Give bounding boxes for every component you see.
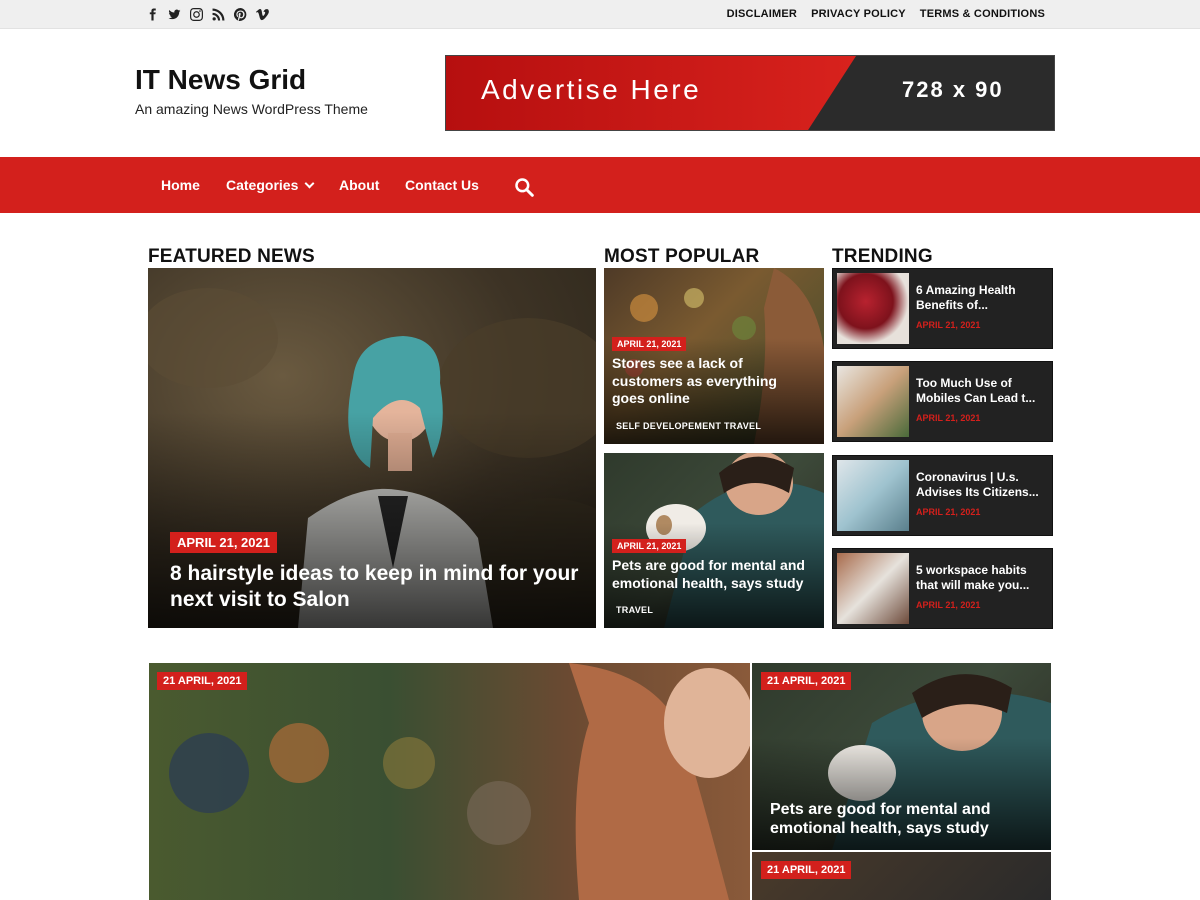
site-title[interactable]: IT News Grid <box>135 64 306 96</box>
trending-date: APRIL 21, 2021 <box>916 507 981 517</box>
category-tag-travel[interactable]: TRAVEL <box>616 605 653 615</box>
nav-label: Categories <box>226 177 299 193</box>
trending-thumbnail <box>837 273 909 344</box>
bottom-date-badge[interactable]: 21 APRIL, 2021 <box>157 672 248 690</box>
search-icon[interactable] <box>514 177 534 197</box>
site-tagline: An amazing News WordPress Theme <box>135 101 368 117</box>
top-links: DISCLAIMER PRIVACY POLICY TERMS & CONDIT… <box>727 8 1045 20</box>
bottom-date-badge[interactable]: 21 APRIL, 2021 <box>761 861 852 879</box>
featured-news-heading: FEATURED NEWS <box>148 246 315 267</box>
popular-article-card[interactable]: APRIL 21, 2021 Pets are good for mental … <box>604 453 824 628</box>
featured-date-badge[interactable]: APRIL 21, 2021 <box>170 532 277 553</box>
trending-title[interactable]: 6 Amazing Health Benefits of... <box>916 283 1048 312</box>
social-links <box>146 6 269 22</box>
privacy-policy-link[interactable]: PRIVACY POLICY <box>811 8 906 20</box>
bottom-article-title[interactable]: Pets are good for mental and emotional h… <box>770 800 1040 838</box>
trending-heading: TRENDING <box>832 246 933 267</box>
popular-date-badge[interactable]: APRIL 21, 2021 <box>612 337 687 351</box>
pinterest-icon[interactable] <box>234 6 247 22</box>
popular-article-title[interactable]: Pets are good for mental and emotional h… <box>612 557 822 592</box>
instagram-icon[interactable] <box>190 6 203 22</box>
trending-item[interactable]: 5 workspace habits that will make you...… <box>832 548 1053 629</box>
popular-article-card[interactable]: APRIL 21, 2021 Stores see a lack of cust… <box>604 268 824 444</box>
rss-icon[interactable] <box>212 6 225 22</box>
featured-article-title[interactable]: 8 hairstyle ideas to keep in mind for yo… <box>170 561 580 613</box>
bottom-article-card[interactable]: 21 APRIL, 2021 <box>752 852 1051 900</box>
bottom-article-card[interactable]: 21 APRIL, 2021 <box>149 663 750 900</box>
trending-thumbnail <box>837 553 909 624</box>
popular-date-badge[interactable]: APRIL 21, 2021 <box>612 539 687 553</box>
vimeo-icon[interactable] <box>256 6 269 22</box>
trending-thumbnail <box>837 460 909 531</box>
category-tag-self-development[interactable]: SELF DEVELOPEMENT <box>616 421 721 431</box>
ad-size: 728 x 90 <box>902 77 1004 102</box>
nav-label: Contact Us <box>405 177 479 193</box>
trending-item[interactable]: 6 Amazing Health Benefits of... APRIL 21… <box>832 268 1053 349</box>
nav-item-home[interactable]: Home <box>161 177 200 193</box>
trending-title[interactable]: Coronavirus | U.s. Advises Its Citizens.… <box>916 470 1048 499</box>
twitter-icon[interactable] <box>168 6 181 22</box>
trending-date: APRIL 21, 2021 <box>916 600 981 610</box>
main-nav: Home Categories About Contact Us <box>0 157 1200 213</box>
nav-item-categories[interactable]: Categories <box>226 177 315 193</box>
nav-label: About <box>339 177 380 193</box>
popular-article-title[interactable]: Stores see a lack of customers as everyt… <box>612 355 812 408</box>
ad-text: Advertise Here <box>481 74 702 105</box>
trending-item[interactable]: Coronavirus | U.s. Advises Its Citizens.… <box>832 455 1053 536</box>
trending-date: APRIL 21, 2021 <box>916 320 981 330</box>
category-tag-travel[interactable]: TRAVEL <box>724 421 761 431</box>
trending-title[interactable]: 5 workspace habits that will make you... <box>916 563 1048 592</box>
disclaimer-link[interactable]: DISCLAIMER <box>727 8 797 20</box>
trending-item[interactable]: Too Much Use of Mobiles Can Lead t... AP… <box>832 361 1053 442</box>
facebook-icon[interactable] <box>146 6 159 22</box>
trending-title[interactable]: Too Much Use of Mobiles Can Lead t... <box>916 376 1048 405</box>
bottom-image-1 <box>169 663 750 900</box>
bottom-article-card[interactable]: 21 APRIL, 2021 Pets are good for mental … <box>752 663 1051 850</box>
featured-article-card[interactable]: APRIL 21, 2021 8 hairstyle ideas to keep… <box>148 268 596 628</box>
nav-label: Home <box>161 177 200 193</box>
nav-item-about[interactable]: About <box>339 177 379 193</box>
most-popular-heading: MOST POPULAR <box>604 246 760 267</box>
bottom-date-badge[interactable]: 21 APRIL, 2021 <box>761 672 852 690</box>
trending-thumbnail <box>837 366 909 437</box>
top-bar: DISCLAIMER PRIVACY POLICY TERMS & CONDIT… <box>0 0 1200 29</box>
chevron-down-icon <box>304 178 315 189</box>
nav-item-contact[interactable]: Contact Us <box>405 177 479 193</box>
terms-link[interactable]: TERMS & CONDITIONS <box>920 8 1045 20</box>
trending-date: APRIL 21, 2021 <box>916 413 981 423</box>
advertisement-banner[interactable]: Advertise Here 728 x 90 <box>445 55 1055 131</box>
